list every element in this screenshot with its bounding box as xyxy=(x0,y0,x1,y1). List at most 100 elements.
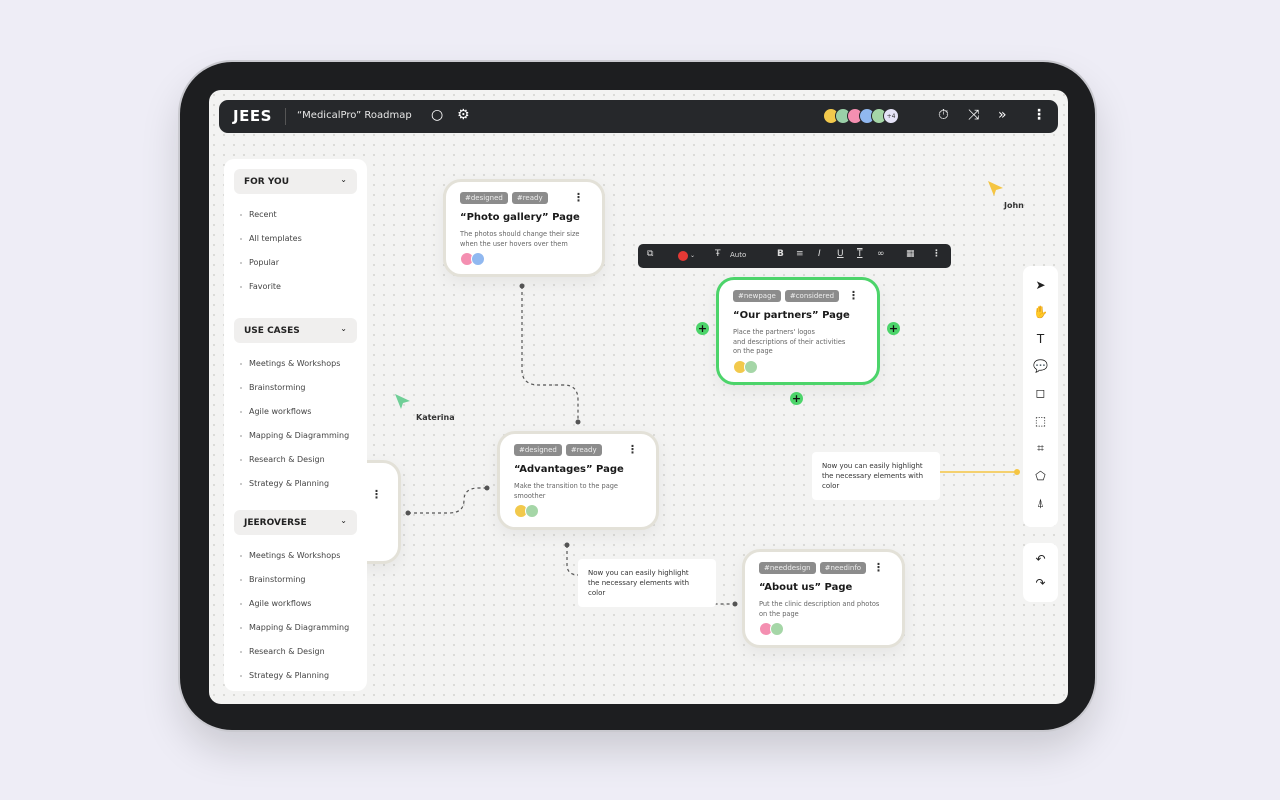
card-description: Make the transition to the page smoother xyxy=(514,482,618,500)
sidebar-item[interactable]: All templates xyxy=(240,234,302,243)
sticky-note[interactable]: Now you can easily highlight the necessa… xyxy=(578,559,716,607)
align-icon[interactable]: ≡ xyxy=(796,249,804,259)
collaborators[interactable]: +4 xyxy=(823,108,899,124)
task-card[interactable]: #needdesign #needinfo ⋮ “About us” Page Put … xyxy=(742,549,905,648)
palette-icon[interactable]: ▦ xyxy=(906,249,915,259)
tools-panel: ➤ ✋ T 💬 ◻ ⬚ ⌗ ⬠ ⍋ xyxy=(1023,266,1058,527)
tag-badge[interactable]: #designed xyxy=(460,192,508,204)
pointer-icon[interactable]: ➤ xyxy=(1023,278,1058,292)
sticky-note-icon[interactable]: ◻ xyxy=(1023,386,1058,400)
avatar xyxy=(744,360,758,374)
sidebar-section-for-you[interactable]: FOR YOU ⌄ xyxy=(234,169,357,194)
link-icon[interactable]: ∞ xyxy=(877,249,885,259)
sidebar-item[interactable]: Meetings & Workshops xyxy=(239,359,340,368)
cursor-john-icon xyxy=(988,181,1003,196)
sidebar-item[interactable]: Recent xyxy=(240,210,277,219)
more-users-badge[interactable]: +4 xyxy=(883,108,899,124)
avatar xyxy=(525,504,539,518)
avatar xyxy=(471,252,485,266)
bold-icon[interactable]: B xyxy=(777,249,784,259)
strikethrough-icon[interactable]: T xyxy=(857,249,863,259)
sidebar-section-use-cases[interactable]: USE CASES ⌄ xyxy=(234,318,357,343)
history-panel: ↶ ↷ xyxy=(1023,543,1058,602)
chevron-down-icon: ⌄ xyxy=(340,324,347,333)
sidebar-item[interactable]: Mapping & Diagramming xyxy=(239,431,349,440)
chevron-down-icon: ⌄ xyxy=(340,175,347,184)
more-vertical-icon[interactable]: ⋮ xyxy=(371,488,382,501)
connector-partial-advantages xyxy=(408,487,487,514)
undo-icon[interactable]: ↶ xyxy=(1023,552,1058,566)
more-vertical-icon[interactable]: ⋮ xyxy=(932,249,941,259)
add-left-button[interactable]: + xyxy=(696,322,709,335)
color-icon[interactable] xyxy=(678,251,688,261)
tag-badge[interactable]: #designed xyxy=(514,444,562,456)
tag-list: #newpage #considered xyxy=(733,290,840,302)
card-title: “Advantages” Page xyxy=(514,464,624,475)
italic-icon[interactable]: I xyxy=(818,249,821,259)
card-description: Place the partners' logos and descriptio… xyxy=(733,328,846,355)
tag-list: #designed #ready xyxy=(514,444,602,456)
sidebar-item[interactable]: Strategy & Planning xyxy=(239,479,329,488)
hand-icon[interactable]: ✋ xyxy=(1023,305,1058,319)
tag-badge[interactable]: #considered xyxy=(784,290,840,302)
card-assignees[interactable] xyxy=(733,360,758,374)
card-assignees[interactable] xyxy=(460,252,485,266)
card-assignees[interactable] xyxy=(759,622,784,636)
task-card[interactable]: #designed #ready ⋮ “Advantages” Page Make th… xyxy=(497,431,659,530)
cursor-label-john: John xyxy=(1004,201,1024,210)
comment-icon[interactable]: 💬 xyxy=(1023,359,1058,373)
chevron-down-icon: ⌄ xyxy=(340,516,347,525)
sidebar-item[interactable]: Popular xyxy=(240,258,279,267)
avatar xyxy=(770,622,784,636)
tag-badge[interactable]: #needdesign xyxy=(759,562,816,574)
top-bar: JEES “MedicalPro” Roadmap ○ ⚙ +4 ⏱ ⤨ » ⋮ xyxy=(219,100,1058,133)
sidebar-item[interactable]: Meetings & Workshops xyxy=(239,551,340,560)
shape-icon[interactable]: ⬠ xyxy=(1023,469,1058,483)
crop-icon[interactable]: ⌗ xyxy=(1023,441,1058,456)
text-icon[interactable]: T xyxy=(1023,332,1058,346)
timer-icon[interactable]: ⏱ xyxy=(938,107,949,123)
sidebar-item[interactable]: Research & Design xyxy=(240,647,325,656)
shuffle-icon[interactable]: ⤨ xyxy=(968,107,979,123)
sidebar-item[interactable]: Brainstorming xyxy=(239,383,305,392)
card-title: “About us” Page xyxy=(759,582,853,593)
sidebar-item[interactable]: Strategy & Planning xyxy=(239,671,329,680)
sidebar-item[interactable]: Research & Design xyxy=(240,455,325,464)
sticky-note[interactable]: Now you can easily highlight the necessa… xyxy=(812,452,940,500)
pen-icon[interactable]: ⍋ xyxy=(1023,496,1058,511)
sidebar-item[interactable]: Mapping & Diagramming xyxy=(239,623,349,632)
sidebar-item[interactable]: Favorite xyxy=(240,282,281,291)
logo: JEES xyxy=(233,107,272,125)
sidebar-item[interactable]: Agile workflows xyxy=(239,599,311,608)
tag-badge[interactable]: #needinfo xyxy=(819,562,867,574)
sidebar-item[interactable]: Agile workflows xyxy=(239,407,311,416)
sidebar-section-jeeroverse[interactable]: JEEROVERSE ⌄ xyxy=(234,510,357,535)
more-vertical-icon[interactable]: ⋮ xyxy=(627,443,638,456)
board-title[interactable]: “MedicalPro” Roadmap xyxy=(297,110,412,121)
tag-list: #designed #ready xyxy=(460,192,548,204)
more-vertical-icon[interactable]: ⋮ xyxy=(873,561,884,574)
chevrons-right-icon[interactable]: » xyxy=(998,107,1007,123)
tag-badge[interactable]: #newpage xyxy=(733,290,781,302)
canvas[interactable]: ⋮ JEES “MedicalPro” Roadmap ○ ⚙ +4 ⏱ ⤨ »… xyxy=(209,90,1068,704)
add-bottom-button[interactable]: + xyxy=(790,392,803,405)
more-vertical-icon[interactable]: ⋮ xyxy=(573,191,584,204)
sidebar-item[interactable]: Brainstorming xyxy=(239,575,305,584)
underline-icon[interactable]: U xyxy=(837,249,844,259)
font-size-select[interactable]: Auto xyxy=(730,251,746,259)
card-assignees[interactable] xyxy=(514,504,539,518)
task-card[interactable]: #designed #ready ⋮ “Photo gallery” Page The … xyxy=(443,179,605,277)
chevron-down-icon[interactable]: ⌄ xyxy=(690,252,695,259)
frame-icon[interactable]: ⧉ xyxy=(647,249,653,259)
select-area-icon[interactable]: ⬚ xyxy=(1023,414,1058,428)
search-icon[interactable]: ○ xyxy=(431,107,443,123)
more-vertical-icon[interactable]: ⋮ xyxy=(848,289,859,302)
task-card[interactable]: #newpage #considered ⋮ “Our partners” Page P… xyxy=(716,277,880,385)
more-vertical-icon[interactable]: ⋮ xyxy=(1032,107,1046,123)
add-right-button[interactable]: + xyxy=(887,322,900,335)
card-description: The photos should change their size when… xyxy=(460,230,580,248)
tag-badge[interactable]: #ready xyxy=(511,192,548,204)
redo-icon[interactable]: ↷ xyxy=(1023,576,1058,590)
tag-badge[interactable]: #ready xyxy=(565,444,602,456)
gear-icon[interactable]: ⚙ xyxy=(457,107,470,123)
